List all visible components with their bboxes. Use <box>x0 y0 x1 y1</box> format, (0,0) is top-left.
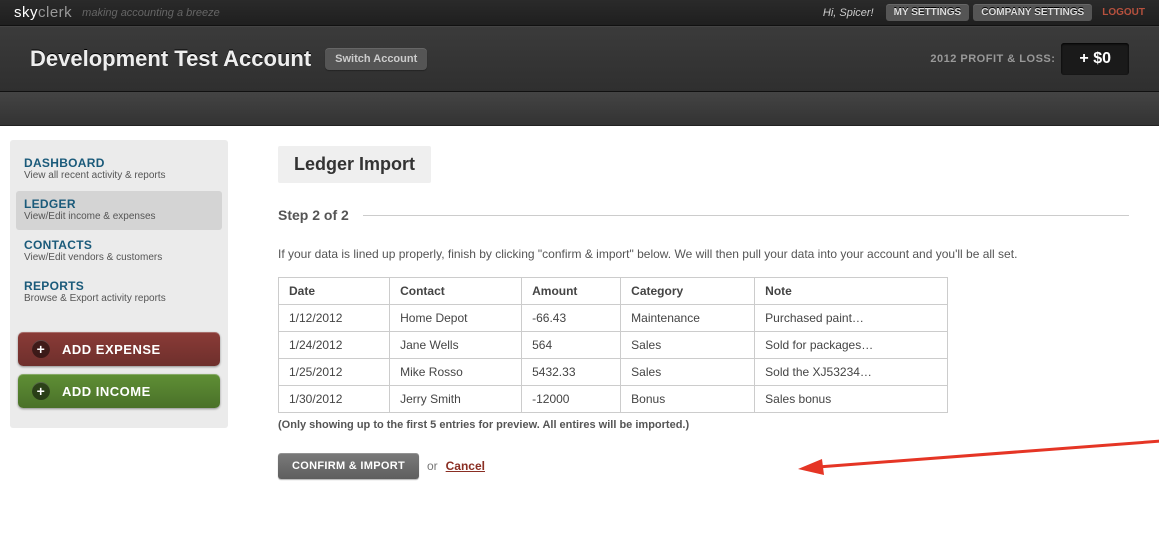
table-cell: -12000 <box>522 386 621 413</box>
confirm-import-button[interactable]: CONFIRM & IMPORT <box>278 453 419 479</box>
table-cell: 564 <box>522 332 621 359</box>
nav-desc: View/Edit income & expenses <box>24 211 214 222</box>
account-name: Development Test Account <box>30 46 311 72</box>
table-cell: Sales <box>621 359 755 386</box>
table-row: 1/24/2012Jane Wells564SalesSold for pack… <box>279 332 948 359</box>
table-cell: Bonus <box>621 386 755 413</box>
table-cell: 1/30/2012 <box>279 386 390 413</box>
or-text: or <box>427 459 438 473</box>
my-settings-button[interactable]: MY SETTINGS <box>886 4 970 21</box>
table-cell: Maintenance <box>621 305 755 332</box>
nav-title: REPORTS <box>24 279 214 293</box>
add-expense-button[interactable]: + ADD EXPENSE <box>18 332 220 366</box>
table-cell: 5432.33 <box>522 359 621 386</box>
plus-icon: + <box>32 340 50 358</box>
profit-loss-label: 2012 PROFIT & LOSS: <box>930 53 1055 65</box>
switch-account-button[interactable]: Switch Account <box>325 48 427 70</box>
main-content: Ledger Import Step 2 of 2 If your data i… <box>248 140 1159 519</box>
sidebar: DASHBOARD View all recent activity & rep… <box>10 140 228 428</box>
table-row: 1/30/2012Jerry Smith-12000BonusSales bon… <box>279 386 948 413</box>
account-header: Development Test Account Switch Account … <box>0 26 1159 92</box>
preview-note: (Only showing up to the first 5 entries … <box>278 419 1129 431</box>
sidebar-item-reports[interactable]: REPORTS Browse & Export activity reports <box>16 273 222 312</box>
table-cell: 1/24/2012 <box>279 332 390 359</box>
brand-logo: skyclerk <box>14 4 72 21</box>
sub-nav-bar <box>0 92 1159 126</box>
column-header: Contact <box>390 278 522 305</box>
sidebar-item-dashboard[interactable]: DASHBOARD View all recent activity & rep… <box>16 150 222 189</box>
column-header: Amount <box>522 278 621 305</box>
table-cell: Sold the XJ53234… <box>755 359 948 386</box>
profit-loss-value: + $0 <box>1061 43 1129 75</box>
sidebar-item-ledger[interactable]: LEDGER View/Edit income & expenses <box>16 191 222 230</box>
nav-desc: View/Edit vendors & customers <box>24 252 214 263</box>
top-bar: skyclerk making accounting a breeze Hi, … <box>0 0 1159 26</box>
page-title: Ledger Import <box>278 146 431 183</box>
table-row: 1/25/2012Mike Rosso5432.33SalesSold the … <box>279 359 948 386</box>
plus-icon: + <box>32 382 50 400</box>
column-header: Note <box>755 278 948 305</box>
instructions-text: If your data is lined up properly, finis… <box>278 245 1129 263</box>
tagline: making accounting a breeze <box>82 7 220 19</box>
table-row: 1/12/2012Home Depot-66.43MaintenancePurc… <box>279 305 948 332</box>
column-header: Date <box>279 278 390 305</box>
divider <box>363 215 1129 216</box>
sidebar-item-contacts[interactable]: CONTACTS View/Edit vendors & customers <box>16 232 222 271</box>
nav-desc: View all recent activity & reports <box>24 170 214 181</box>
nav-desc: Browse & Export activity reports <box>24 293 214 304</box>
greeting: Hi, Spicer! <box>823 7 874 19</box>
column-header: Category <box>621 278 755 305</box>
step-indicator: Step 2 of 2 <box>278 207 349 223</box>
add-expense-label: ADD EXPENSE <box>62 342 161 357</box>
table-cell: 1/12/2012 <box>279 305 390 332</box>
table-cell: 1/25/2012 <box>279 359 390 386</box>
table-cell: Mike Rosso <box>390 359 522 386</box>
company-settings-button[interactable]: COMPANY SETTINGS <box>973 4 1092 21</box>
table-cell: Jerry Smith <box>390 386 522 413</box>
nav-title: DASHBOARD <box>24 156 214 170</box>
cancel-link[interactable]: Cancel <box>446 459 485 473</box>
add-income-button[interactable]: + ADD INCOME <box>18 374 220 408</box>
table-cell: -66.43 <box>522 305 621 332</box>
preview-table: DateContactAmountCategoryNote 1/12/2012H… <box>278 277 948 413</box>
table-cell: Jane Wells <box>390 332 522 359</box>
logout-link[interactable]: LOGOUT <box>1102 7 1145 18</box>
table-cell: Sales bonus <box>755 386 948 413</box>
table-cell: Sold for packages… <box>755 332 948 359</box>
table-cell: Sales <box>621 332 755 359</box>
table-cell: Home Depot <box>390 305 522 332</box>
add-income-label: ADD INCOME <box>62 384 151 399</box>
table-cell: Purchased paint… <box>755 305 948 332</box>
nav-title: CONTACTS <box>24 238 214 252</box>
nav-title: LEDGER <box>24 197 214 211</box>
annotation-arrow-icon <box>788 427 1159 477</box>
